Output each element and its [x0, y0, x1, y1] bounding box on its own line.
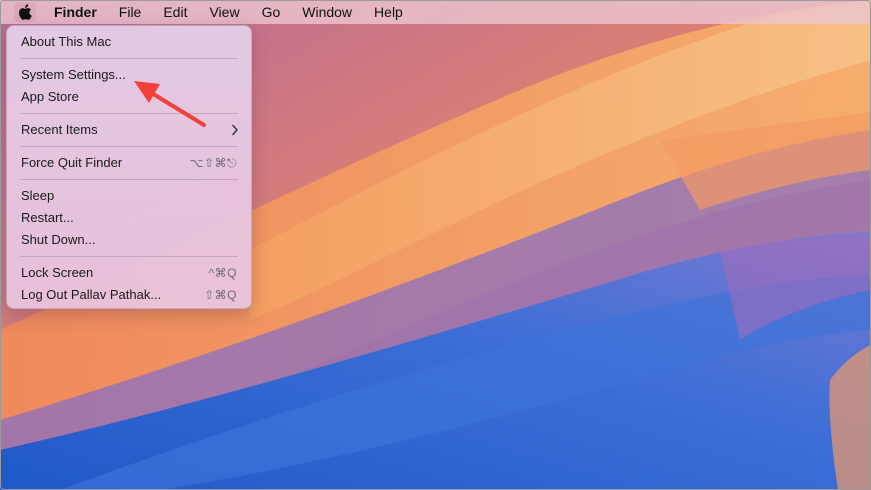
menu-item-shortcut: ⌥⇧⌘⎋: [189, 156, 237, 170]
menubar-help[interactable]: Help: [363, 0, 414, 24]
menu-item-shortcut: ^⌘Q: [208, 266, 237, 280]
menu-item-log-out[interactable]: Log Out Pallav Pathak... ⇧⌘Q: [7, 284, 251, 306]
menubar-window[interactable]: Window: [291, 0, 363, 24]
menubar-go[interactable]: Go: [251, 0, 292, 24]
menu-item-label: System Settings...: [21, 67, 126, 82]
menu-separator: [20, 113, 238, 114]
chevron-right-icon: [232, 124, 238, 136]
menubar-edit[interactable]: Edit: [152, 0, 198, 24]
menu-item-label: Recent Items: [21, 122, 98, 137]
menubar-file[interactable]: File: [108, 0, 153, 24]
menu-item-about-this-mac[interactable]: About This Mac: [7, 31, 251, 53]
menu-separator: [20, 146, 238, 147]
menu-separator: [20, 179, 238, 180]
menu-item-label: Force Quit Finder: [21, 155, 123, 170]
menu-item-force-quit-finder[interactable]: Force Quit Finder ⌥⇧⌘⎋: [7, 152, 251, 174]
menu-item-label: Lock Screen: [21, 265, 94, 280]
menubar-view[interactable]: View: [198, 0, 250, 24]
menu-item-label: Sleep: [21, 188, 55, 203]
menu-item-label: App Store: [21, 89, 79, 104]
menu-item-restart[interactable]: Restart...: [7, 207, 251, 229]
apple-menu-dropdown: About This Mac System Settings... App St…: [6, 25, 252, 309]
menu-item-label: Shut Down...: [21, 232, 96, 247]
menubar-app-finder[interactable]: Finder: [40, 0, 108, 24]
menu-item-system-settings[interactable]: System Settings...: [7, 64, 251, 86]
menu-item-label: Log Out Pallav Pathak...: [21, 287, 162, 302]
menu-item-sleep[interactable]: Sleep: [7, 185, 251, 207]
menu-item-shortcut: ⇧⌘Q: [204, 288, 237, 302]
menu-bar: Finder File Edit View Go Window Help: [0, 0, 871, 24]
menu-item-recent-items[interactable]: Recent Items: [7, 119, 251, 141]
menu-item-label: Restart...: [21, 210, 74, 225]
apple-menu-button[interactable]: [14, 2, 36, 22]
menu-separator: [20, 256, 238, 257]
desktop: Finder File Edit View Go Window Help Abo…: [0, 0, 871, 490]
apple-icon: [19, 4, 32, 20]
menu-item-shut-down[interactable]: Shut Down...: [7, 229, 251, 251]
menu-item-app-store[interactable]: App Store: [7, 86, 251, 108]
menu-item-label: About This Mac: [21, 34, 112, 49]
menu-item-lock-screen[interactable]: Lock Screen ^⌘Q: [7, 262, 251, 284]
menu-separator: [20, 58, 238, 59]
